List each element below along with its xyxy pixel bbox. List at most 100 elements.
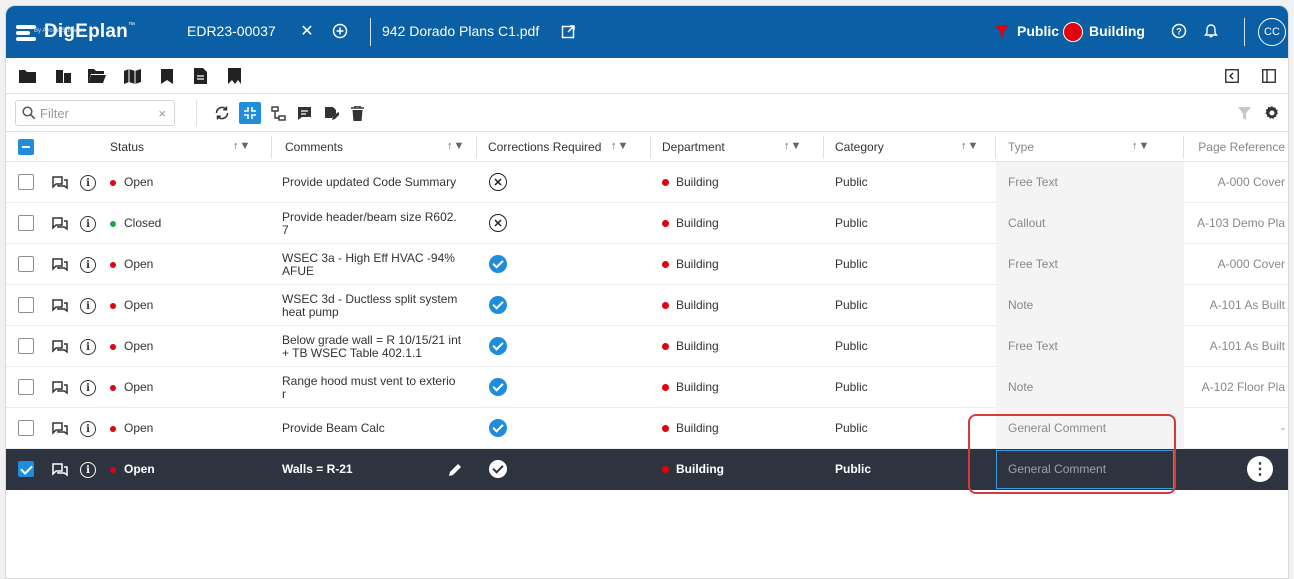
comment-text[interactable]: Below grade wall = R 10/15/21 int + TB W… [282, 326, 472, 367]
sort-filter-icon[interactable]: ↑▼ [611, 140, 629, 152]
select-all-checkbox[interactable] [18, 139, 34, 155]
check-circle-icon[interactable] [489, 378, 507, 396]
comments-thread-icon[interactable] [51, 420, 69, 438]
type-text[interactable]: Free Text [1008, 162, 1058, 203]
row-checkbox[interactable] [18, 256, 34, 272]
department-filter-label[interactable]: Building [1089, 23, 1145, 39]
sort-filter-icon[interactable]: ↑▼ [447, 140, 465, 152]
table-row[interactable]: i Open Below grade wall = R 10/15/21 int… [6, 326, 1288, 367]
comments-thread-icon[interactable] [51, 174, 69, 192]
type-text[interactable]: Note [1008, 367, 1033, 408]
settings-gear-icon[interactable] [1261, 102, 1283, 124]
folder-tree-icon[interactable] [54, 67, 72, 85]
check-circle-icon[interactable] [489, 296, 507, 314]
comments-thread-icon[interactable] [51, 461, 69, 479]
comment-text[interactable]: Range hood must vent to exterio r [282, 367, 472, 408]
folder-icon[interactable] [18, 67, 36, 85]
row-checkbox[interactable] [18, 297, 34, 313]
check-circle-icon[interactable] [489, 337, 507, 355]
help-icon[interactable]: ? [1168, 20, 1190, 42]
row-checkbox[interactable] [18, 461, 34, 477]
row-checkbox[interactable] [18, 420, 34, 436]
table-row[interactable]: i Open Provide updated Code Summary ✕ Bu… [6, 162, 1288, 203]
bookmark-icon[interactable] [158, 67, 176, 85]
comment-text[interactable]: Provide updated Code Summary [282, 162, 472, 203]
sort-filter-icon[interactable]: ↑▼ [784, 140, 802, 152]
type-text[interactable]: Note [1008, 285, 1033, 326]
comment-icon[interactable] [293, 102, 315, 124]
edit-document-icon[interactable] [320, 102, 342, 124]
column-header-corrections[interactable]: Corrections Required [488, 132, 601, 162]
panel-toggle-icon[interactable] [1260, 67, 1278, 85]
comments-thread-icon[interactable] [51, 256, 69, 274]
clear-filter-icon[interactable]: × [158, 106, 166, 121]
comments-thread-icon[interactable] [51, 297, 69, 315]
map-icon[interactable] [123, 67, 141, 85]
info-icon[interactable]: i [79, 297, 97, 315]
comment-text[interactable]: Provide Beam Calc [282, 408, 472, 449]
comments-thread-icon[interactable] [51, 215, 69, 233]
row-checkbox[interactable] [18, 174, 34, 190]
avatar[interactable]: CC [1258, 18, 1286, 46]
delete-icon[interactable] [346, 102, 368, 124]
table-row[interactable]: i Open WSEC 3a - High Eff HVAC -94% AFUE… [6, 244, 1288, 285]
refresh-icon[interactable] [211, 102, 233, 124]
column-header-department[interactable]: Department [662, 132, 725, 162]
comments-thread-icon[interactable] [51, 379, 69, 397]
more-options-button[interactable]: ⋮ [1247, 456, 1273, 482]
public-filter-label[interactable]: Public [1017, 23, 1059, 39]
column-header-page-reference[interactable]: Page Reference [1198, 132, 1285, 162]
comment-text[interactable]: WSEC 3a - High Eff HVAC -94% AFUE [282, 244, 472, 285]
category-text: Public [835, 462, 872, 476]
row-checkbox[interactable] [18, 379, 34, 395]
x-circle-icon[interactable]: ✕ [489, 214, 507, 232]
column-header-comments[interactable]: Comments [285, 132, 343, 162]
filter-input[interactable]: Filter × [15, 100, 175, 126]
document-icon[interactable] [191, 67, 209, 85]
edit-pencil-icon[interactable] [446, 461, 464, 479]
column-header-status[interactable]: Status [110, 132, 144, 162]
column-header-category[interactable]: Category [835, 132, 884, 162]
column-header-type[interactable]: Type [1008, 132, 1034, 162]
add-circle-icon[interactable] [329, 20, 351, 42]
close-icon[interactable]: ✕ [296, 20, 318, 42]
check-circle-icon[interactable] [489, 419, 507, 437]
record-id[interactable]: EDR23-00037 [187, 23, 276, 39]
sort-filter-icon[interactable]: ↑▼ [961, 140, 979, 152]
collapse-all-icon[interactable] [239, 102, 261, 124]
row-checkbox[interactable] [18, 338, 34, 354]
info-icon[interactable]: i [79, 461, 97, 479]
group-icon[interactable] [267, 102, 289, 124]
info-icon[interactable]: i [79, 420, 97, 438]
comment-text[interactable]: Walls = R-21 [282, 449, 472, 490]
bell-icon[interactable] [1200, 20, 1222, 42]
open-folder-icon[interactable] [88, 67, 106, 85]
info-icon[interactable]: i [79, 338, 97, 356]
info-icon[interactable]: i [79, 215, 97, 233]
comment-text[interactable]: Provide header/beam size R602. 7 [282, 203, 472, 244]
info-icon[interactable]: i [79, 379, 97, 397]
type-cell-editor[interactable] [996, 450, 1174, 489]
check-circle-icon[interactable] [489, 460, 507, 478]
info-icon[interactable]: i [79, 256, 97, 274]
filter-funnel-disabled-icon[interactable] [1233, 102, 1255, 124]
collapse-left-icon[interactable] [1223, 67, 1241, 85]
sort-filter-icon[interactable]: ↑▼ [233, 140, 251, 152]
flag-icon[interactable] [225, 67, 243, 85]
table-row[interactable]: i Open WSEC 3d - Ductless split system h… [6, 285, 1288, 326]
type-text[interactable]: Free Text [1008, 326, 1058, 367]
open-external-icon[interactable] [557, 20, 579, 42]
row-checkbox[interactable] [18, 215, 34, 231]
sort-filter-icon[interactable]: ↑▼ [1132, 140, 1150, 152]
table-row[interactable]: i Closed Provide header/beam size R602. … [6, 203, 1288, 244]
comments-thread-icon[interactable] [51, 338, 69, 356]
check-circle-icon[interactable] [489, 255, 507, 273]
type-text[interactable]: Free Text [1008, 244, 1058, 285]
table-row[interactable]: i Open Range hood must vent to exterio r… [6, 367, 1288, 408]
comment-text[interactable]: WSEC 3d - Ductless split system heat pum… [282, 285, 472, 326]
info-icon[interactable]: i [79, 174, 97, 192]
status-dot [110, 180, 116, 186]
filter-funnel-icon[interactable] [991, 20, 1013, 42]
type-text[interactable]: Callout [1008, 203, 1045, 244]
x-circle-icon[interactable]: ✕ [489, 173, 507, 191]
